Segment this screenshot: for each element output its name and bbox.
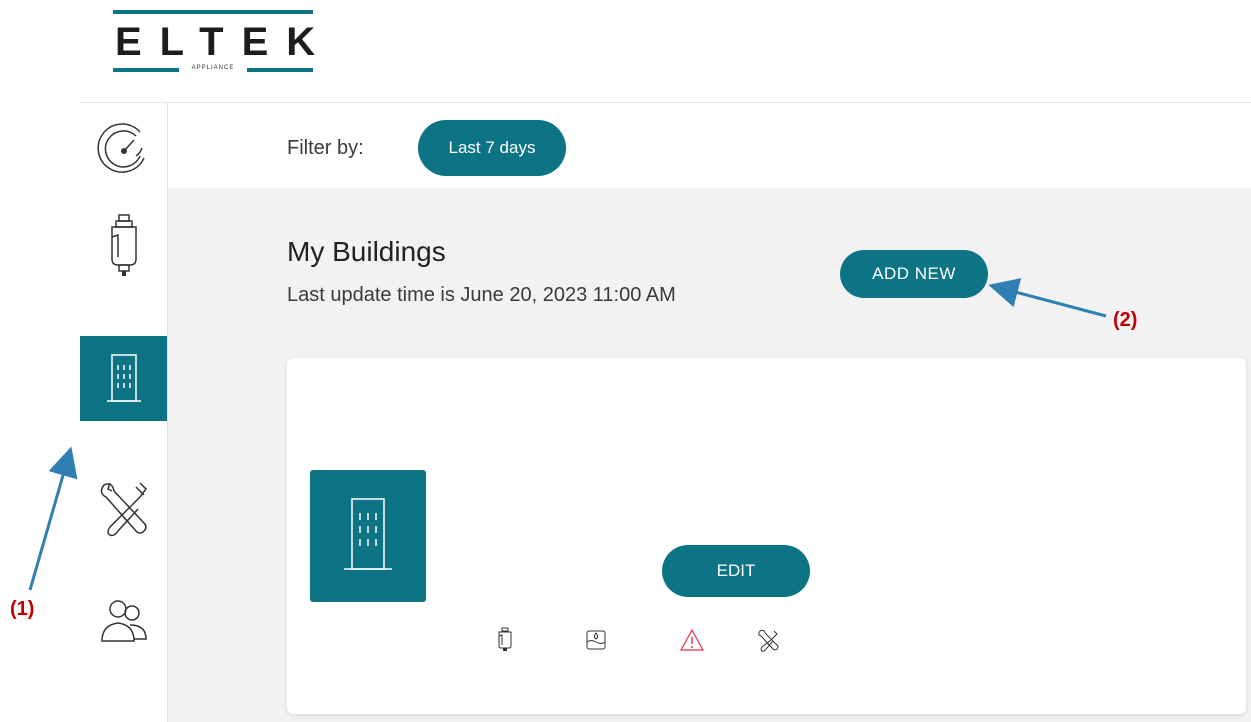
users-icon	[100, 599, 147, 642]
warning-icon	[679, 628, 705, 651]
dashboard-gauge-icon	[96, 122, 145, 173]
logo-wordmark: ELTEK	[115, 20, 334, 64]
sidebar-item-dashboard[interactable]	[80, 103, 167, 188]
sidebar-item-devices[interactable]	[80, 203, 167, 288]
sidebar-item-users[interactable]	[80, 580, 167, 665]
device-status[interactable]	[492, 627, 518, 653]
sidebar-item-maintenance[interactable]	[80, 465, 167, 550]
tools-icon	[758, 629, 779, 652]
building-card	[287, 358, 1246, 714]
device-icon	[110, 213, 137, 276]
tools-icon	[100, 481, 147, 536]
annotation-label-2: (2)	[1113, 309, 1138, 331]
building-tile	[310, 470, 426, 602]
filter-chip-last-7-days[interactable]: Last 7 days	[418, 120, 566, 176]
logo-tagline: APPLIANCE	[191, 65, 235, 71]
eltek-logo: ELTEK APPLIANCE	[113, 10, 315, 76]
last-update-text: Last update time is June 20, 2023 11:00 …	[287, 284, 676, 306]
logo-bar	[247, 68, 313, 72]
maintenance-status[interactable]	[755, 627, 781, 653]
annotation-label-1: (1)	[10, 598, 35, 620]
annotation-arrow-1	[28, 446, 78, 591]
sidebar-nav	[80, 103, 168, 722]
add-new-button[interactable]: ADD NEW	[840, 250, 988, 298]
device-icon	[498, 627, 512, 651]
page-title: My Buildings	[287, 236, 446, 267]
building-icon	[344, 498, 392, 570]
building-icon	[106, 353, 141, 402]
logo-bar	[113, 68, 179, 72]
header-divider	[80, 102, 1251, 103]
alert-status[interactable]	[679, 627, 705, 653]
logo-bar	[113, 10, 313, 14]
water-status[interactable]	[583, 627, 609, 653]
sidebar-item-buildings[interactable]	[80, 336, 167, 421]
edit-button[interactable]: EDIT	[662, 545, 810, 597]
filter-label: Filter by:	[287, 137, 364, 159]
water-tank-icon	[586, 630, 606, 650]
